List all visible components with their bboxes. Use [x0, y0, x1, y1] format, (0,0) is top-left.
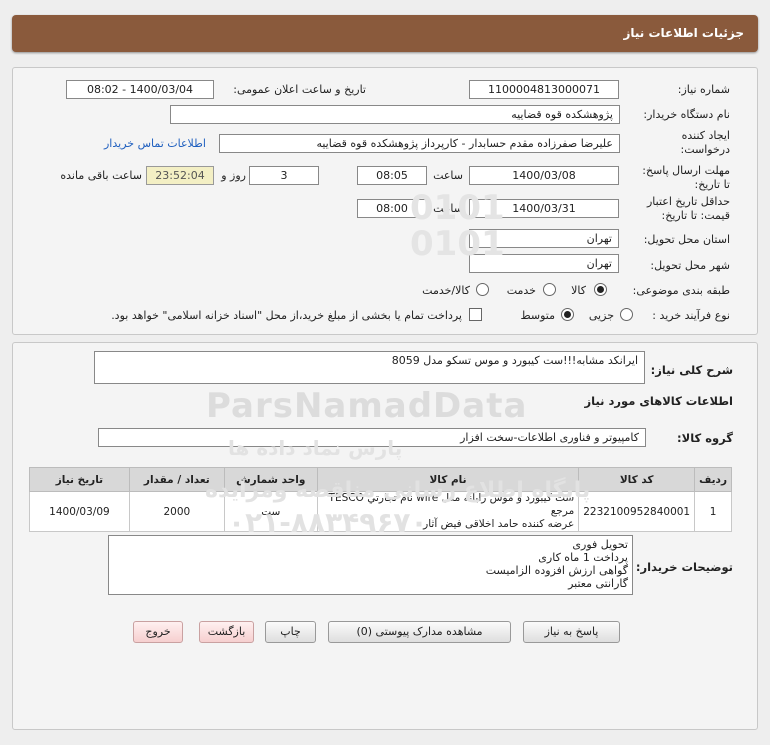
row-unit: ست [223, 491, 318, 532]
row-code: 2232100952840001 [578, 491, 696, 532]
view-attachments-button[interactable]: مشاهده مدارک پیوستی (0) [328, 621, 511, 643]
category-radio-goods-service[interactable] [476, 283, 489, 296]
reply-time-field: 08:05 [357, 166, 427, 185]
creator-label-1: ایجاد کننده [681, 129, 730, 142]
creator-field: علیرضا صفرزاده مقدم حسابدار - کارپرداز پ… [219, 134, 620, 153]
days-label: روز و [221, 169, 246, 182]
table-row: 1 2232100952840001 ست کیبورد و موس رایان… [29, 491, 732, 532]
days-remaining-field: 3 [249, 166, 319, 185]
province-field: تهران [469, 229, 619, 248]
process-medium-label: متوسط [520, 309, 555, 322]
row-name: ست کیبورد و موس رایانه مدل wire نام تجار… [316, 491, 580, 532]
col-date: تاریخ نیاز [29, 467, 130, 492]
back-button[interactable]: بازگشت [199, 621, 254, 643]
category-goods-service-label: کالا/خدمت [422, 284, 470, 297]
city-field: تهران [469, 254, 619, 273]
reply-deadline-label-1: مهلت ارسال پاسخ: [642, 164, 730, 177]
validity-date-field: 1400/03/31 [469, 199, 619, 218]
category-label: طبقه بندی موضوعی: [632, 284, 730, 297]
process-type-label: نوع فرآیند خرید : [652, 309, 730, 322]
col-index: ردیف [694, 467, 732, 492]
process-minor-label: جزیی [588, 309, 614, 322]
reply-time-label: ساعت [433, 169, 463, 182]
price-validity-label-2: قیمت: تا تاریخ: [661, 209, 730, 222]
goods-group-label: گروه کالا: [677, 431, 733, 445]
print-button[interactable]: چاپ [265, 621, 316, 643]
summary-label: شرح کلی نیاز: [650, 363, 733, 377]
creator-label-2: درخواست: [680, 143, 730, 156]
category-radio-service[interactable] [543, 283, 556, 296]
row-qty: 2000 [128, 491, 225, 532]
need-number-field: 1100004813000071 [469, 80, 619, 99]
buyer-note-line: گارانتی معتبر [568, 577, 628, 590]
page-header: جزئیات اطلاعات نیاز [12, 15, 758, 52]
reply-button[interactable]: پاسخ به نیاز [523, 621, 620, 643]
buyer-notes-box: تحویل فوری پرداخت 1 ماه کاری گواهی ارزش … [108, 535, 633, 595]
buyer-note-line: پرداخت 1 ماه کاری [538, 551, 628, 564]
category-service-label: خدمت [506, 284, 536, 297]
buyer-notes-label: توضیحات خریدار: [635, 560, 733, 574]
col-unit: واحد شمارش [223, 467, 318, 492]
treasury-checkbox[interactable] [469, 308, 482, 321]
row-name-line-2: عرضه کننده حامد اخلاقی فیض آثار [423, 518, 575, 530]
buyer-org-field: پژوهشکده قوه قضاییه [170, 105, 620, 124]
row-index: 1 [694, 491, 732, 532]
col-name: نام کالا [316, 467, 580, 492]
announce-date-label: تاریخ و ساعت اعلان عمومی: [233, 83, 366, 96]
category-goods-label: کالا [571, 284, 586, 297]
goods-table: ردیف کد کالا نام کالا واحد شمارش تعداد /… [29, 467, 732, 532]
col-code: کد کالا [578, 467, 696, 492]
buyer-contact-link[interactable]: اطلاعات تماس خریدار [104, 137, 206, 150]
col-qty: تعداد / مقدار [128, 467, 225, 492]
province-label: استان محل تحویل: [643, 233, 730, 246]
remaining-time-field: 23:52:04 [146, 166, 214, 185]
process-radio-minor[interactable] [620, 308, 633, 321]
exit-button[interactable]: خروج [133, 621, 183, 643]
reply-deadline-label-2: تا تاریخ: [694, 178, 730, 191]
goods-table-header: ردیف کد کالا نام کالا واحد شمارش تعداد /… [29, 467, 732, 492]
validity-time-field: 08:00 [357, 199, 427, 218]
row-date: 1400/03/09 [29, 491, 130, 532]
announce-date-field: 1400/03/04 - 08:02 [66, 80, 214, 99]
summary-text: ایرانکد مشابه!!!ست کیبورد و موس تسکو مدل… [391, 354, 638, 367]
goods-section-title: اطلاعات کالاهای مورد نیاز [584, 394, 733, 408]
validity-time-label: ساعت [433, 202, 463, 215]
page-title: جزئیات اطلاعات نیاز [623, 26, 744, 40]
city-label: شهر محل تحویل: [650, 259, 730, 272]
remaining-time-label: ساعت باقی مانده [60, 169, 142, 182]
process-radio-medium[interactable] [561, 308, 574, 321]
buyer-note-line: تحویل فوری [572, 538, 628, 551]
goods-group-field: کامپیوتر و فناوری اطلاعات-سخت افزار [98, 428, 646, 447]
price-validity-label-1: حداقل تاریخ اعتبار [646, 195, 730, 208]
category-radio-goods[interactable] [594, 283, 607, 296]
treasury-note: پرداخت تمام یا بخشی از مبلغ خرید،از محل … [111, 309, 462, 322]
need-number-label: شماره نیاز: [677, 83, 730, 96]
buyer-note-line: گواهی ارزش افزوده الزامیست [485, 564, 628, 577]
summary-field: ایرانکد مشابه!!!ست کیبورد و موس تسکو مدل… [94, 351, 645, 384]
buyer-org-label: نام دستگاه خریدار: [643, 108, 730, 121]
row-name-line-1: ست کیبورد و موس رایانه مدل wire نام تجار… [328, 492, 575, 517]
reply-date-field: 1400/03/08 [469, 166, 619, 185]
